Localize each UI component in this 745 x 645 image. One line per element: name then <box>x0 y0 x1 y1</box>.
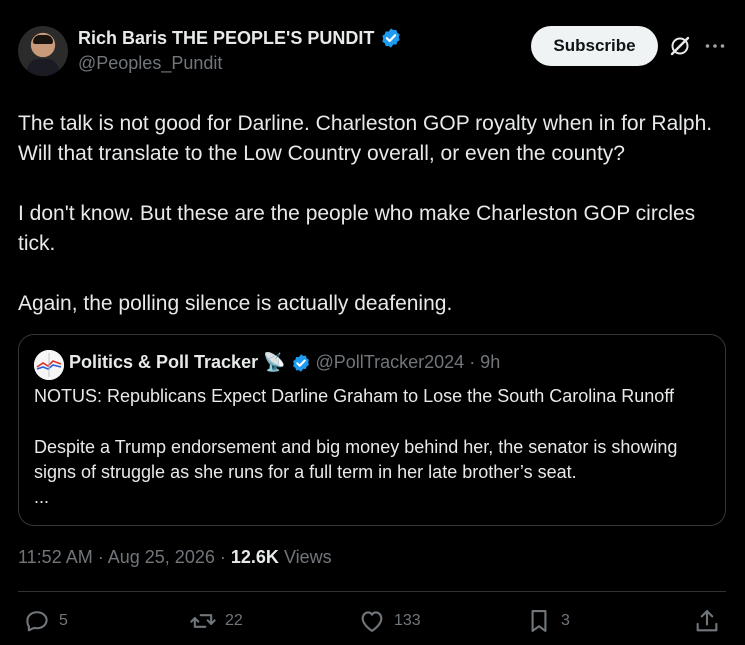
reply-button[interactable]: 5 <box>23 607 68 635</box>
like-count: 133 <box>394 612 421 629</box>
views-count: 12.6K <box>230 547 279 567</box>
tweet-meta: 11:52 AM · Aug 25, 2026 · 12.6K Views <box>18 547 332 568</box>
repost-button[interactable]: 22 <box>189 607 243 635</box>
meta-separator: · <box>219 547 231 567</box>
repost-count: 22 <box>225 612 243 629</box>
tweet-paragraph: I don't know. But these are the people w… <box>18 202 696 255</box>
like-button[interactable]: 133 <box>358 607 421 635</box>
quote-header: Politics & Poll Tracker 📡 @PollTracker20… <box>69 352 500 373</box>
quote-description: Despite a Trump endorsement and big mone… <box>34 435 714 510</box>
tweet-paragraph: Again, the polling silence is actually d… <box>18 292 453 315</box>
poll-tracker-logo-icon <box>34 350 64 380</box>
bookmark-icon <box>531 610 547 632</box>
tweet-text: The talk is not good for Darline. Charle… <box>18 109 728 319</box>
author-name-row[interactable]: Rich Baris THE PEOPLE'S PUNDIT <box>78 27 402 49</box>
share-button[interactable] <box>693 607 721 635</box>
quote-ellipsis: ... <box>34 487 50 507</box>
grok-icon[interactable] <box>668 34 692 58</box>
divider <box>18 591 726 592</box>
heart-icon <box>361 611 383 632</box>
tweet-paragraph: The talk is not good for Darline. Charle… <box>18 112 713 165</box>
subscribe-button[interactable]: Subscribe <box>531 26 658 66</box>
author-avatar[interactable] <box>18 26 68 76</box>
meta-separator: · <box>97 547 108 567</box>
author-handle[interactable]: @Peoples_Pundit <box>78 53 222 74</box>
satellite-antenna-icon: 📡 <box>263 352 286 372</box>
quote-description-text: Despite a Trump endorsement and big mone… <box>34 437 678 482</box>
repost-icon <box>190 614 216 628</box>
bookmark-count: 3 <box>561 612 570 629</box>
quote-title: NOTUS: Republicans Expect Darline Graham… <box>34 386 674 406</box>
quote-timestamp[interactable]: · 9h <box>469 352 500 373</box>
reply-count: 5 <box>59 612 68 629</box>
author-display-name[interactable]: Rich Baris THE PEOPLE'S PUNDIT <box>78 28 374 49</box>
tweet-date[interactable]: Aug 25, 2026 <box>108 547 215 567</box>
verified-badge-icon <box>292 353 309 372</box>
verified-badge-icon <box>382 28 401 48</box>
share-icon <box>696 610 718 632</box>
tweet-time[interactable]: 11:52 AM <box>18 547 93 567</box>
more-icon[interactable] <box>703 34 727 58</box>
quote-avatar[interactable] <box>34 350 64 380</box>
quoted-tweet[interactable]: Politics & Poll Tracker 📡 @PollTracker20… <box>18 334 726 526</box>
views-label: Views <box>283 547 332 567</box>
reply-icon <box>26 611 48 632</box>
quote-author-name[interactable]: Politics & Poll Tracker <box>69 352 258 373</box>
bookmark-button[interactable]: 3 <box>525 607 570 635</box>
quote-author-handle[interactable]: @PollTracker2024 <box>316 352 465 373</box>
